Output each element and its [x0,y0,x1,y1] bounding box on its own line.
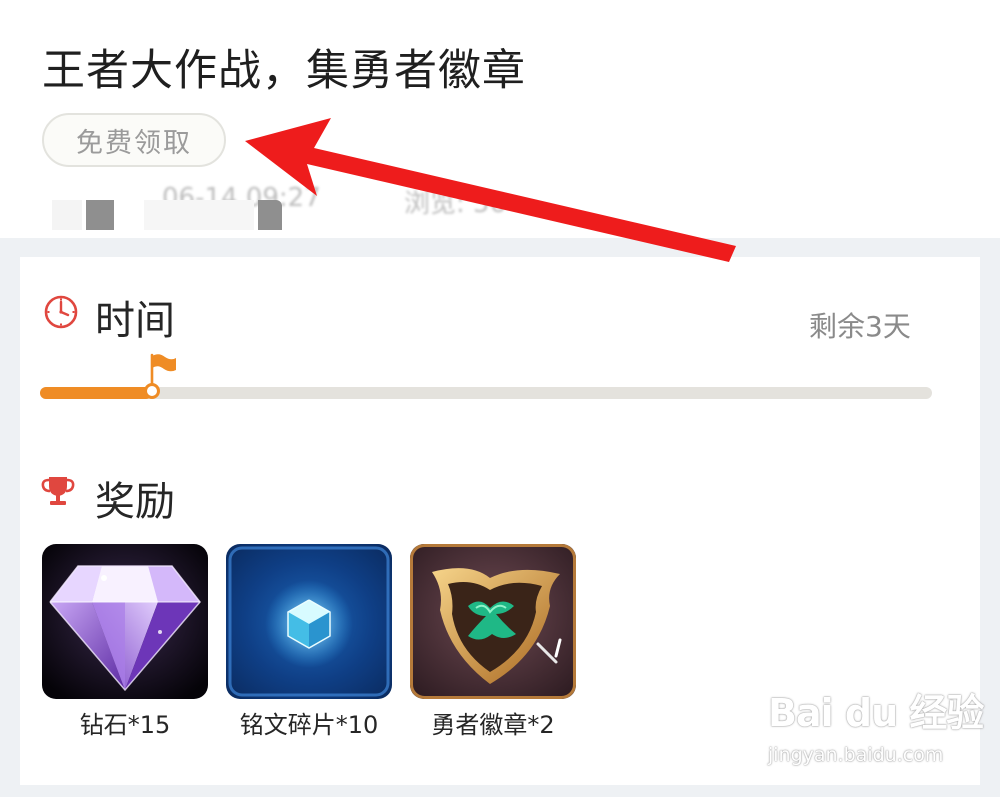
reward-label: 勇者徽章*2 [431,711,555,739]
reward-item-inscription-fragment[interactable]: 铭文碎片*10 [226,544,392,740]
redacted-block [86,200,114,230]
clock-icon [44,295,78,329]
hero-badge-icon [410,544,576,699]
remaining-days: 剩余3天 [809,310,911,343]
progress-fill [40,387,152,399]
watermark-logo-text: Bai du 经验 [768,691,984,735]
redacted-block [258,200,282,230]
redacted-block [52,200,82,230]
watermark-url: jingyan.baidu.com [768,744,944,766]
page-title: 王者大作战，集勇者徽章 [42,46,526,96]
reward-item-hero-badge[interactable]: 勇者徽章*2 [410,544,576,740]
reward-section-title: 奖励 [95,479,175,525]
progress-marker [143,383,160,399]
time-section-title: 时间 [95,298,175,344]
inscription-fragment-icon [226,544,392,699]
redacted-block [144,200,254,230]
time-progress-bar [40,353,932,399]
reward-label: 钻石*15 [79,711,171,739]
claim-free-button[interactable]: 免费领取 [42,113,226,167]
view-count: 浏览: 56 [404,189,507,219]
baidu-jingyan-watermark: Bai du 经验 jingyan.baidu.com [768,682,984,782]
post-header: 王者大作战，集勇者徽章 免费领取 06-14 09:27 浏览: 56 [0,0,1000,238]
trophy-icon [41,477,75,505]
flag-icon [150,353,176,387]
reward-label: 铭文碎片*10 [239,711,379,739]
reward-item-diamond[interactable]: 钻石*15 [42,544,208,740]
diamond-icon [42,544,208,699]
